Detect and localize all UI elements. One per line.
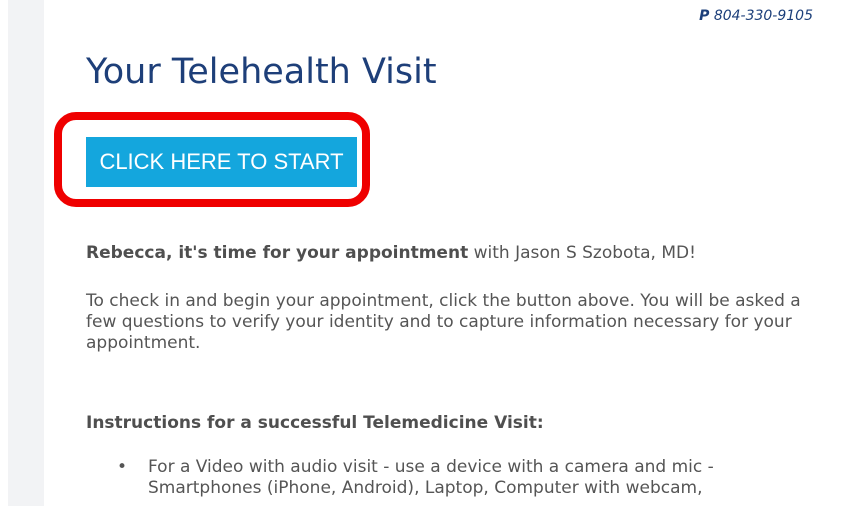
greeting-rest: with Jason S Szobota, MD! bbox=[468, 243, 696, 263]
phone-contact: P 804-330-9105 bbox=[699, 8, 813, 24]
left-margin-stripe bbox=[8, 0, 44, 506]
phone-number[interactable]: 804-330-9105 bbox=[714, 8, 813, 24]
greeting-bold: Rebecca, it's time for your appointment bbox=[86, 243, 469, 263]
list-item-text: For a Video with audio visit - use a dev… bbox=[148, 457, 714, 498]
list-item: • For a Video with audio visit - use a d… bbox=[86, 457, 816, 499]
bullet-icon: • bbox=[117, 457, 128, 477]
checkin-instructions: To check in and begin your appointment, … bbox=[86, 291, 801, 353]
start-visit-button[interactable]: CLICK HERE TO START bbox=[86, 137, 357, 187]
greeting-text: Rebecca, it's time for your appointment … bbox=[86, 243, 816, 264]
instructions-heading: Instructions for a successful Telemedici… bbox=[86, 413, 544, 433]
instructions-list: • For a Video with audio visit - use a d… bbox=[86, 457, 816, 499]
page-title: Your Telehealth Visit bbox=[86, 52, 437, 92]
phone-label: P bbox=[699, 8, 710, 24]
